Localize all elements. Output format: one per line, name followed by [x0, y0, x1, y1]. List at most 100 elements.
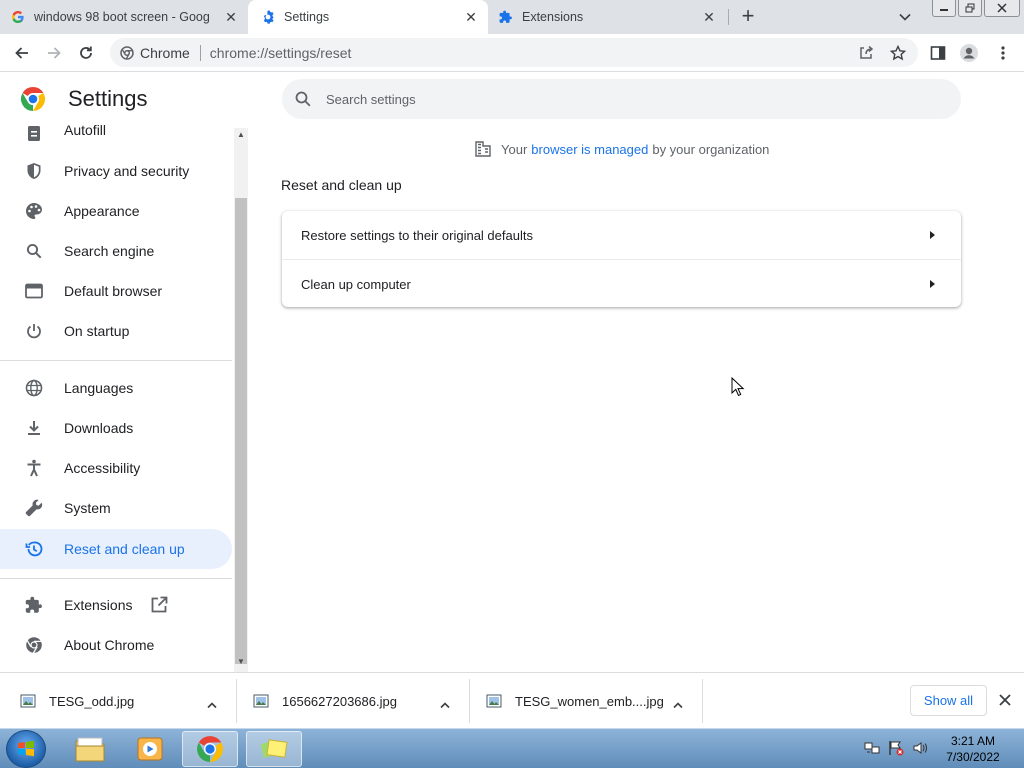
- sidebar-item-label: Downloads: [64, 420, 134, 436]
- sidebar-item-label: Appearance: [64, 203, 140, 219]
- close-icon[interactable]: ✕: [702, 10, 716, 24]
- show-all-button[interactable]: Show all: [910, 685, 987, 716]
- row-label: Clean up computer: [301, 276, 411, 292]
- forward-arrow-icon[interactable]: [44, 43, 64, 63]
- restore-button[interactable]: [958, 0, 982, 17]
- tab-search-chevron-icon[interactable]: [896, 8, 914, 26]
- download-item[interactable]: TESG_odd.jpg: [0, 673, 233, 729]
- taskbar-clock[interactable]: 3:21 AM 7/30/2022: [940, 733, 1006, 765]
- sidebar-item-extensions[interactable]: Extensions: [0, 585, 232, 625]
- new-tab-button[interactable]: +: [737, 5, 759, 28]
- image-file-icon: [486, 693, 502, 709]
- sidebar-item-label: Default browser: [64, 283, 163, 299]
- scroll-down-arrow-icon[interactable]: ▼: [237, 658, 245, 666]
- volume-icon[interactable]: [912, 740, 928, 756]
- browser-window-icon: [24, 281, 44, 301]
- tab-separator: [728, 9, 729, 25]
- building-icon: [474, 140, 492, 158]
- sidebar-scrollbar-thumb[interactable]: [235, 198, 247, 664]
- restore-defaults-row[interactable]: Restore settings to their original defau…: [282, 211, 961, 259]
- download-shelf: TESG_odd.jpg 1656627203686.jpg TESG_wome…: [0, 672, 1024, 728]
- side-panel-icon[interactable]: [928, 43, 948, 63]
- share-icon[interactable]: [856, 43, 876, 63]
- omnibox-divider: [199, 44, 201, 61]
- managed-suffix: by your organization: [652, 141, 770, 157]
- download-item[interactable]: TESG_women_emb....jpg: [466, 673, 699, 729]
- download-item[interactable]: 1656627203686.jpg: [233, 673, 466, 729]
- chrome-icon: [120, 45, 134, 60]
- sidebar-item-reset[interactable]: Reset and clean up: [0, 529, 232, 569]
- sidebar-item-about-chrome[interactable]: About Chrome: [0, 625, 232, 665]
- action-center-flag-icon[interactable]: [888, 740, 904, 756]
- media-player-icon: [137, 737, 163, 761]
- taskbar-media-player[interactable]: [122, 731, 178, 767]
- close-icon[interactable]: [998, 693, 1012, 707]
- sidebar-item-label: Autofill: [64, 122, 107, 138]
- download-separator: [702, 679, 703, 723]
- sidebar-item-downloads[interactable]: Downloads: [0, 408, 232, 448]
- history-icon: [24, 539, 44, 559]
- chrome-icon: [24, 635, 44, 655]
- windows-logo-icon: [18, 740, 34, 757]
- taskbar-explorer[interactable]: [62, 731, 118, 767]
- chevron-up-icon[interactable]: [440, 697, 450, 709]
- chevron-up-icon[interactable]: [673, 697, 683, 709]
- search-icon: [24, 241, 44, 261]
- back-arrow-icon[interactable]: [12, 43, 32, 63]
- close-window-button[interactable]: [984, 0, 1020, 17]
- power-icon: [24, 321, 44, 341]
- site-info-chip[interactable]: Chrome: [110, 45, 190, 61]
- arrow-right-icon: [930, 231, 935, 239]
- network-icon[interactable]: [864, 740, 880, 756]
- clock-date: 7/30/2022: [946, 750, 1000, 764]
- site-chip-label: Chrome: [140, 44, 190, 61]
- sidebar-item-label: Languages: [64, 380, 134, 396]
- reload-icon[interactable]: [76, 43, 96, 63]
- window-controls: [932, 0, 1020, 17]
- sidebar-item-default-browser[interactable]: Default browser: [0, 271, 232, 311]
- sidebar-item-label: Reset and clean up: [64, 541, 185, 557]
- sidebar-item-label: System: [64, 500, 111, 516]
- close-icon[interactable]: ✕: [464, 10, 478, 24]
- clean-up-computer-row[interactable]: Clean up computer: [282, 260, 961, 308]
- chrome-icon: [197, 736, 223, 762]
- managed-link[interactable]: browser is managed: [531, 142, 648, 157]
- taskbar-sticky-notes[interactable]: [246, 731, 302, 767]
- sidebar-item-languages[interactable]: Languages: [0, 368, 232, 408]
- tab-google-search[interactable]: windows 98 boot screen - Googl ✕: [10, 0, 246, 34]
- clipboard-icon: [24, 124, 44, 144]
- sidebar-divider: [0, 578, 232, 579]
- sidebar-item-system[interactable]: System: [0, 488, 232, 528]
- shield-icon: [24, 161, 44, 181]
- sidebar-item-label: Extensions: [64, 597, 133, 613]
- settings-search-box[interactable]: [282, 79, 961, 119]
- download-filename: TESG_women_emb....jpg: [515, 693, 664, 709]
- chevron-up-icon[interactable]: [207, 697, 217, 709]
- profile-avatar-icon[interactable]: [959, 43, 979, 63]
- tab-settings[interactable]: Settings ✕: [248, 0, 488, 34]
- close-icon[interactable]: ✕: [224, 10, 238, 24]
- search-input[interactable]: [326, 91, 926, 107]
- sticky-notes-icon: [260, 739, 288, 758]
- address-bar[interactable]: Chrome chrome://settings/reset: [110, 38, 918, 67]
- sidebar-item-autofill[interactable]: Autofill: [0, 112, 232, 150]
- minimize-button[interactable]: [932, 0, 956, 17]
- taskbar-chrome[interactable]: [182, 731, 238, 767]
- tab-extensions[interactable]: Extensions ✕: [498, 0, 728, 34]
- accessibility-icon: [24, 458, 44, 478]
- sidebar-item-search-engine[interactable]: Search engine: [0, 231, 232, 271]
- tab-title: windows 98 boot screen - Googl: [34, 10, 209, 24]
- more-menu-icon[interactable]: [993, 43, 1013, 63]
- download-icon: [24, 418, 44, 438]
- sidebar-item-on-startup[interactable]: On startup: [0, 311, 232, 351]
- sidebar-item-privacy[interactable]: Privacy and security: [0, 151, 232, 191]
- sidebar-item-label: Accessibility: [64, 460, 141, 476]
- scroll-up-arrow-icon[interactable]: ▲: [237, 131, 245, 139]
- sidebar-item-appearance[interactable]: Appearance: [0, 191, 232, 231]
- puzzle-icon: [498, 9, 514, 25]
- start-button[interactable]: [6, 730, 46, 768]
- sidebar-item-accessibility[interactable]: Accessibility: [0, 448, 232, 488]
- folder-icon: [75, 737, 105, 762]
- sidebar-item-label: Privacy and security: [64, 163, 190, 179]
- bookmark-star-icon[interactable]: [888, 43, 908, 63]
